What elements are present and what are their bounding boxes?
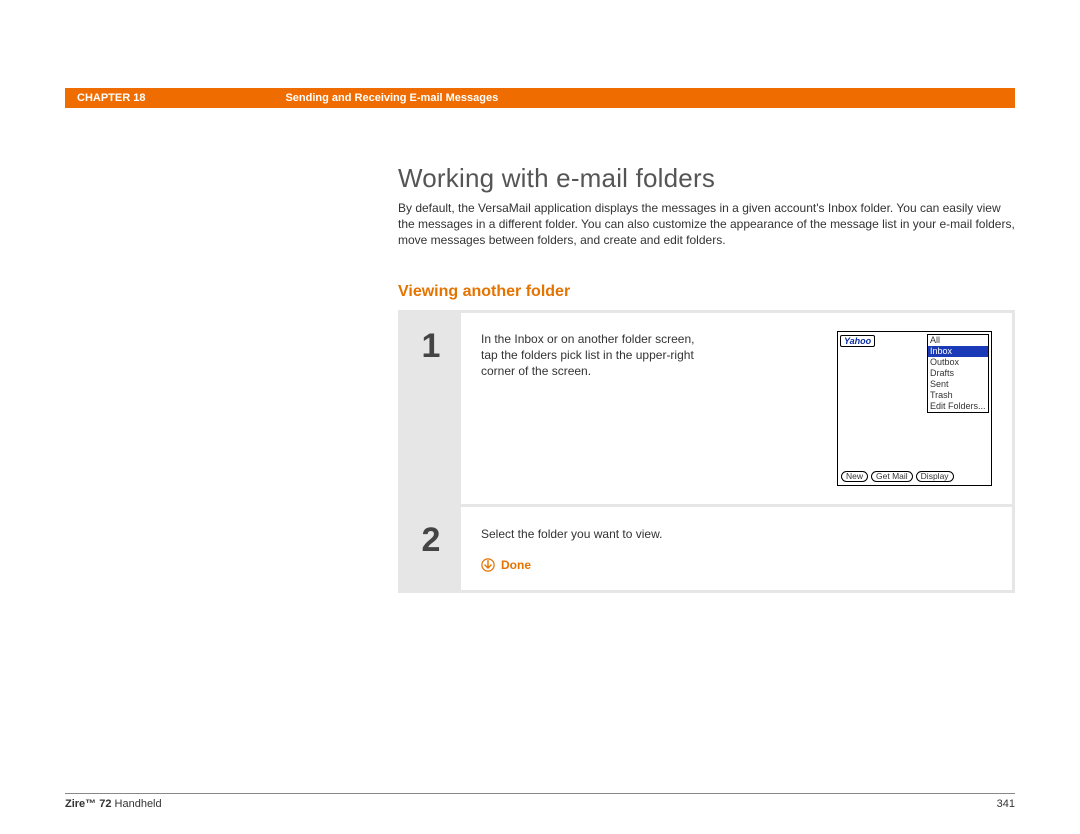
palm-account-label[interactable]: Yahoo: [840, 335, 875, 347]
done-label: Done: [501, 558, 531, 572]
intro-paragraph: By default, the VersaMail application di…: [398, 200, 1015, 249]
page-footer: Zire™ 72 Handheld 341: [65, 793, 1015, 810]
steps-container: 1 In the Inbox or on another folder scre…: [398, 310, 1015, 593]
chapter-header-bar: CHAPTER 18 Sending and Receiving E-mail …: [65, 88, 1015, 108]
step-text: Select the folder you want to view.: [481, 525, 992, 544]
down-arrow-icon: [481, 558, 495, 572]
step-row: 2 Select the folder you want to view. Do…: [401, 507, 1012, 590]
palm-folder-option[interactable]: Drafts: [928, 368, 988, 379]
step-row: 1 In the Inbox or on another folder scre…: [401, 313, 1012, 504]
palm-getmail-button[interactable]: Get Mail: [871, 471, 913, 482]
chapter-title: Sending and Receiving E-mail Messages: [285, 92, 498, 104]
done-indicator: Done: [481, 558, 992, 572]
page-number: 341: [997, 798, 1015, 810]
step-text: In the Inbox or on another folder screen…: [481, 331, 711, 380]
chapter-label: CHAPTER 18: [77, 92, 145, 104]
palm-folder-option-selected[interactable]: Inbox: [928, 346, 988, 357]
section-title: Viewing another folder: [398, 283, 570, 301]
product-name: Zire™ 72 Handheld: [65, 798, 162, 810]
page-title: Working with e-mail folders: [398, 163, 715, 194]
palm-button-row: New Get Mail Display: [841, 471, 988, 482]
palm-folder-option[interactable]: Edit Folders...: [928, 401, 988, 412]
palm-display-button[interactable]: Display: [916, 471, 954, 482]
step-number: 2: [401, 507, 461, 590]
palm-new-button[interactable]: New: [841, 471, 868, 482]
palm-folder-option[interactable]: Sent: [928, 379, 988, 390]
palm-folder-picklist[interactable]: All Inbox Outbox Drafts Sent Trash Edit …: [927, 334, 989, 413]
palm-folder-option[interactable]: Trash: [928, 390, 988, 401]
palm-screenshot: Yahoo 0/0 All Inbox Outbox Drafts Sent T…: [837, 331, 992, 486]
step-content: Select the folder you want to view. Done: [461, 507, 1012, 590]
step-number: 1: [401, 313, 461, 504]
palm-folder-option[interactable]: Outbox: [928, 357, 988, 368]
step-content: In the Inbox or on another folder screen…: [461, 313, 1012, 504]
palm-folder-option[interactable]: All: [928, 335, 988, 346]
